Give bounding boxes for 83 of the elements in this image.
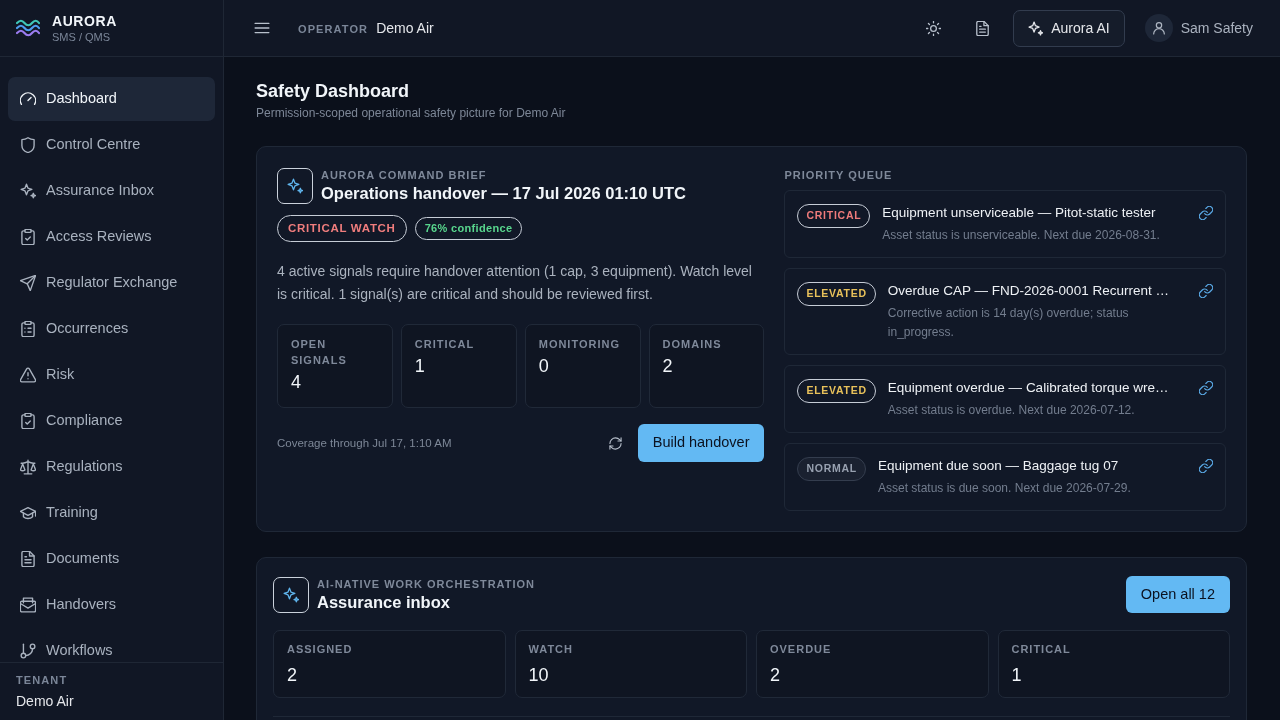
stat-value: 2 [770,664,781,687]
brief-summary: 4 active signals require handover attention (1 cap, 3 equipment). Watch level is critical. 1 signal(s) are critical and should be reviewed first. [277,262,753,305]
link-icon[interactable] [1199,206,1213,220]
link-icon[interactable] [1199,284,1213,298]
stat-value: 10 [528,664,550,687]
nav-item[interactable]: Occurrences [8,307,215,351]
queue-item-title: Overdue CAP — FND-2026-0001 Recurrent … [887,282,1170,300]
branch-icon [20,643,36,659]
wave-logo [16,18,40,38]
coverage-text: Coverage through Jul 17, 1:10 AM [277,435,453,451]
clipboard-list-icon [20,321,36,337]
aurora-ai-button[interactable]: Aurora AI [1013,9,1125,47]
nav-item[interactable]: Access Reviews [8,215,215,259]
section-eyebrow: AURORA COMMAND BRIEF [321,168,488,182]
stat-label: WATCH [528,642,574,657]
stat-value: 0 [538,355,550,379]
sparkle-icon [20,183,36,199]
queue-item-detail: Corrective action is 14 day(s) overdue; status in_progress. [887,305,1130,341]
queue-heading: PRIORITY QUEUE [784,168,894,182]
paper-plane-icon [20,275,36,291]
operator-label: OPERATOR [298,21,369,37]
build-handover-button[interactable]: Build handover [637,424,765,463]
nav-item[interactable]: Risk [8,353,215,397]
document-icon [20,551,36,567]
open-all-button[interactable]: Open all 12 [1125,576,1230,613]
queue-item-detail: Asset status is due soon. Next due 2026-07-29. [877,480,1132,497]
nav-item[interactable]: Regulations [8,445,215,489]
page-subtitle: Permission-scoped operational safety picture for Demo Air [256,105,567,122]
link-icon[interactable] [1199,459,1213,473]
brief-title: Operations handover — 17 Jul 2026 01:10 UTC [321,183,686,204]
brand-name: AURORA [52,11,117,30]
stat-value: 2 [662,355,674,379]
stat-label: OPEN SIGNALS [291,337,348,369]
sparkle-icon [277,168,313,204]
shield-icon [20,137,36,153]
queue-item-detail: Asset status is unserviceable. Next due 2026-08-31. [882,227,1161,244]
nav-item[interactable]: Compliance [8,399,215,443]
clipboard-check-icon [20,229,36,245]
nav-item[interactable]: Dashboard [8,77,215,121]
stat-value: 1 [414,355,426,379]
nav-item[interactable]: Documents [8,537,215,581]
stat-value: 2 [287,664,298,687]
graduation-cap-icon [20,505,36,521]
operator-name: Demo Air [376,18,434,38]
nav-item[interactable]: Control Centre [8,123,215,167]
clipboard-check-icon [20,413,36,429]
nav-item[interactable]: Workflows [8,629,215,662]
envelope-icon [20,597,36,613]
nav-item[interactable]: Assurance Inbox [8,169,215,213]
nav-item[interactable]: Regulator Exchange [8,261,215,305]
inbox-title: Assurance inbox [317,591,451,613]
sparkle-icon [273,576,309,613]
tenant-name: Demo Air [16,692,75,711]
menu-icon[interactable] [254,20,270,36]
document-icon[interactable] [975,20,991,36]
sun-icon[interactable] [926,20,942,36]
queue-item-detail: Asset status is overdue. Next due 2026-07-12. [887,402,1136,419]
queue-item-title: Equipment overdue — Calibrated torque wre… [887,379,1170,397]
link-icon[interactable] [1199,381,1213,395]
user-name[interactable]: Sam Safety [1180,17,1253,39]
stat-label: CRITICAL [414,337,476,353]
stat-label: DOMAINS [662,337,723,353]
stat-label: ASSIGNED [287,642,354,657]
user-avatar-icon[interactable] [1144,14,1173,42]
gauge-icon [20,91,36,107]
section-eyebrow: AI-NATIVE WORK ORCHESTRATION [317,576,536,591]
queue-item-title: Equipment due soon — Baggage tug 07 [877,457,1120,475]
refresh-icon[interactable] [608,436,622,450]
nav-item[interactable]: Handovers [8,583,215,627]
scale-icon [20,459,36,475]
stat-value: 4 [291,371,302,395]
severity-badge: NORMAL [797,457,866,481]
brand-tagline: SMS / QMS [52,29,112,45]
warning-icon [20,367,36,383]
stat-label: MONITORING [538,337,621,353]
nav-item[interactable]: Training [8,491,215,535]
sparkle-icon [1028,20,1044,36]
stat-label: CRITICAL [1011,642,1072,657]
tenant-label: TENANT [16,673,69,687]
queue-item-title: Equipment unserviceable — Pitot-static tester [882,204,1157,222]
stat-label: OVERDUE [770,642,833,657]
page-title: Safety Dashboard [256,80,411,103]
stat-value: 1 [1011,664,1023,687]
